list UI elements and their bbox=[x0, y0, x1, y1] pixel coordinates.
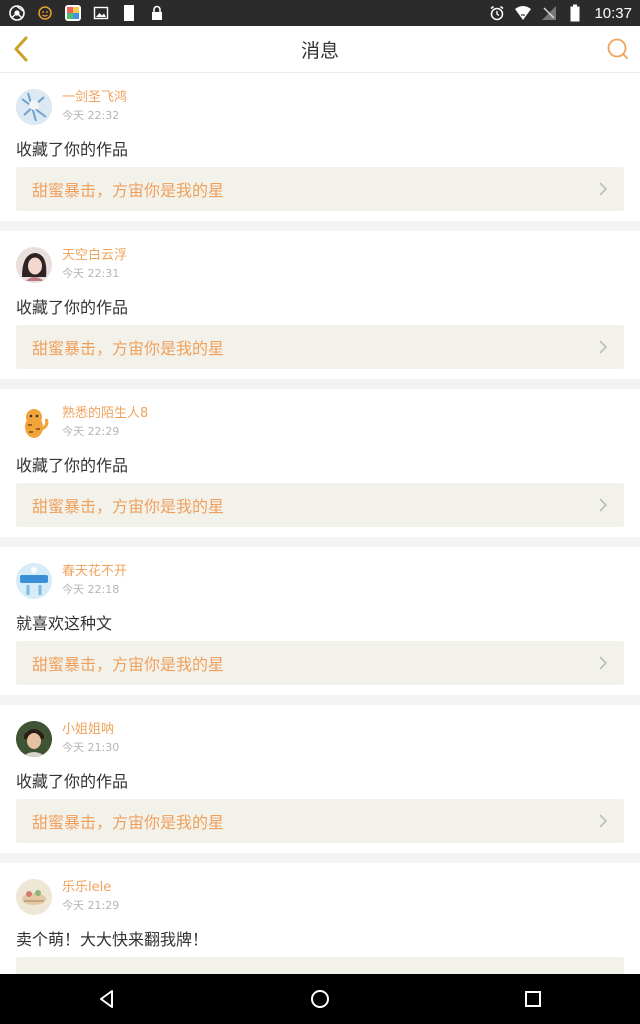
system-nav-bar bbox=[0, 974, 640, 1024]
message-time: 今天 22:18 bbox=[62, 583, 120, 596]
user-meta: 春天花不开 今天 22:18 bbox=[62, 564, 127, 598]
message-list[interactable]: 一剑圣飞鸿 今天 22:32 收藏了你的作品 甜蜜暴击，方宙你是我的星 天空白云… bbox=[0, 73, 640, 974]
message-action: 收藏了你的作品 bbox=[16, 456, 129, 475]
smiley-icon bbox=[36, 4, 54, 22]
message-card: 乐乐lele 今天 21:29 卖个萌！大大快来翻我牌！ bbox=[0, 863, 640, 974]
nav-back-button[interactable] bbox=[87, 979, 127, 1019]
work-title: 甜蜜暴击，方宙你是我的星 bbox=[32, 497, 225, 516]
avatar[interactable] bbox=[16, 563, 52, 599]
message-header: 天空白云浮 今天 22:31 bbox=[16, 247, 127, 283]
message-card: 春天花不开 今天 22:18 就喜欢这种文 甜蜜暴击，方宙你是我的星 bbox=[0, 547, 640, 695]
message-time: 今天 21:30 bbox=[62, 741, 120, 754]
message-action: 收藏了你的作品 bbox=[16, 140, 129, 159]
user-meta: 一剑圣飞鸿 今天 22:32 bbox=[62, 90, 127, 124]
status-bar: 10:37 bbox=[0, 0, 640, 26]
message-card: 熟悉的陌生人8 今天 22:29 收藏了你的作品 甜蜜暴击，方宙你是我的星 bbox=[0, 389, 640, 537]
status-bar-left bbox=[8, 4, 166, 22]
avatar[interactable] bbox=[16, 721, 52, 757]
user-meta: 乐乐lele 今天 21:29 bbox=[62, 880, 119, 914]
battery-full-icon bbox=[120, 4, 138, 22]
chevron-right-icon bbox=[599, 656, 608, 670]
work-title: 甜蜜暴击，方宙你是我的星 bbox=[32, 181, 225, 200]
username[interactable]: 熟悉的陌生人8 bbox=[62, 406, 148, 422]
message-header: 春天花不开 今天 22:18 bbox=[16, 563, 127, 599]
nav-recents-button[interactable] bbox=[513, 979, 553, 1019]
user-meta: 天空白云浮 今天 22:31 bbox=[62, 248, 127, 282]
message-card: 小姐姐呐 今天 21:30 收藏了你的作品 甜蜜暴击，方宙你是我的星 bbox=[0, 705, 640, 853]
wifi-icon bbox=[514, 4, 532, 22]
nav-home-button[interactable] bbox=[300, 979, 340, 1019]
colorful-app-icon bbox=[64, 4, 82, 22]
avatar[interactable] bbox=[16, 89, 52, 125]
message-time: 今天 22:29 bbox=[62, 425, 120, 438]
work-link[interactable] bbox=[16, 957, 624, 974]
lock-icon bbox=[148, 4, 166, 22]
avatar[interactable] bbox=[16, 879, 52, 915]
message-card: 一剑圣飞鸿 今天 22:32 收藏了你的作品 甜蜜暴击，方宙你是我的星 bbox=[0, 73, 640, 221]
work-link[interactable]: 甜蜜暴击，方宙你是我的星 bbox=[16, 483, 624, 527]
chevron-right-icon bbox=[599, 814, 608, 828]
no-signal-icon bbox=[540, 4, 558, 22]
username[interactable]: 一剑圣飞鸿 bbox=[62, 90, 127, 106]
work-link[interactable]: 甜蜜暴击，方宙你是我的星 bbox=[16, 167, 624, 211]
message-time: 今天 22:31 bbox=[62, 267, 120, 280]
message-action: 就喜欢这种文 bbox=[16, 614, 113, 633]
work-title: 甜蜜暴击，方宙你是我的星 bbox=[32, 813, 225, 832]
message-action: 卖个萌！大大快来翻我牌！ bbox=[16, 930, 209, 949]
alarm-icon bbox=[488, 4, 506, 22]
message-header: 小姐姐呐 今天 21:30 bbox=[16, 721, 119, 757]
work-link[interactable]: 甜蜜暴击，方宙你是我的星 bbox=[16, 325, 624, 369]
back-button[interactable] bbox=[8, 35, 36, 63]
message-header: 熟悉的陌生人8 今天 22:29 bbox=[16, 405, 148, 441]
app-header: 消息 bbox=[0, 26, 640, 73]
work-link[interactable]: 甜蜜暴击，方宙你是我的星 bbox=[16, 799, 624, 843]
back-chevron-icon bbox=[14, 36, 28, 62]
work-title: 甜蜜暴击，方宙你是我的星 bbox=[32, 655, 225, 674]
work-link[interactable]: 甜蜜暴击，方宙你是我的星 bbox=[16, 641, 624, 685]
avatar[interactable] bbox=[16, 405, 52, 441]
message-time: 今天 21:29 bbox=[62, 899, 120, 912]
username[interactable]: 小姐姐呐 bbox=[62, 722, 119, 738]
nav-home-icon bbox=[310, 990, 329, 1008]
search-button[interactable] bbox=[604, 35, 632, 63]
status-bar-right: 10:37 bbox=[488, 4, 632, 22]
work-title: 甜蜜暴击，方宙你是我的星 bbox=[32, 339, 225, 358]
page-title: 消息 bbox=[300, 39, 339, 62]
username[interactable]: 春天花不开 bbox=[62, 564, 127, 580]
status-time: 10:37 bbox=[594, 4, 632, 22]
battery-icon bbox=[566, 4, 584, 22]
chevron-right-icon bbox=[599, 340, 608, 354]
avatar[interactable] bbox=[16, 247, 52, 283]
username[interactable]: 乐乐lele bbox=[62, 880, 119, 896]
nav-recents-icon bbox=[525, 991, 542, 1007]
image-icon bbox=[92, 4, 110, 22]
username[interactable]: 天空白云浮 bbox=[62, 248, 127, 264]
search-icon bbox=[607, 38, 628, 59]
user-meta: 熟悉的陌生人8 今天 22:29 bbox=[62, 406, 148, 440]
message-action: 收藏了你的作品 bbox=[16, 298, 129, 317]
nav-back-icon bbox=[99, 990, 113, 1008]
chevron-right-icon bbox=[599, 498, 608, 512]
user-meta: 小姐姐呐 今天 21:30 bbox=[62, 722, 119, 756]
message-card: 天空白云浮 今天 22:31 收藏了你的作品 甜蜜暴击，方宙你是我的星 bbox=[0, 231, 640, 379]
message-header: 一剑圣飞鸿 今天 22:32 bbox=[16, 89, 127, 125]
message-action: 收藏了你的作品 bbox=[16, 772, 129, 791]
message-header: 乐乐lele 今天 21:29 bbox=[16, 879, 119, 915]
message-time: 今天 22:32 bbox=[62, 109, 120, 122]
chevron-right-icon bbox=[599, 182, 608, 196]
chrome-icon bbox=[8, 4, 26, 22]
